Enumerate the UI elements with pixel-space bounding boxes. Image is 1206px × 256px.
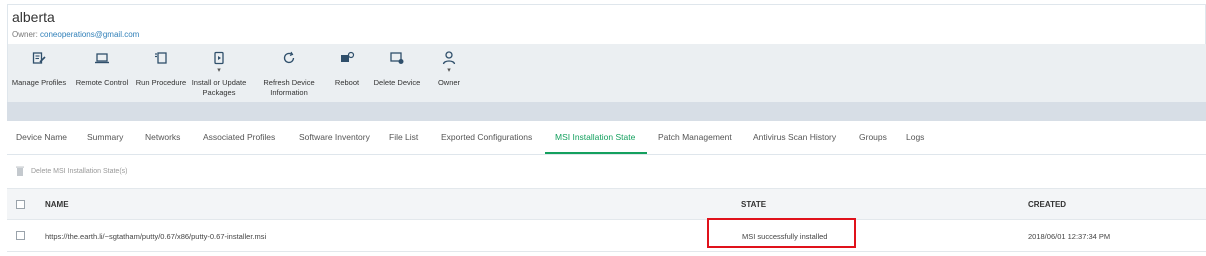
tab-logs[interactable]: Logs	[906, 132, 924, 142]
tab-groups[interactable]: Groups	[859, 132, 887, 142]
remote-control-button[interactable]: Remote Control	[74, 50, 130, 88]
tab-networks[interactable]: Networks	[145, 132, 180, 142]
run-procedure-icon	[135, 50, 187, 68]
column-header-name[interactable]: NAME	[45, 200, 69, 209]
refresh-device-information-button[interactable]: Refresh Device Information	[259, 50, 319, 98]
run-procedure-button[interactable]: Run Procedure	[135, 50, 187, 88]
reboot-icon	[330, 50, 364, 68]
chevron-down-icon: ▾	[217, 67, 221, 74]
tab-antivirus-scan-history[interactable]: Antivirus Scan History	[753, 132, 836, 142]
tab-software-inventory[interactable]: Software Inventory	[299, 132, 370, 142]
delete-device-icon	[372, 50, 422, 68]
owner-icon	[432, 50, 466, 68]
row-name-cell: https://the.earth.li/~sgtatham/putty/0.6…	[45, 232, 267, 241]
delete-device-button[interactable]: Delete Device	[372, 50, 422, 88]
install-update-packages-button[interactable]: ▾ Install or Update Packages	[191, 50, 247, 98]
reboot-button[interactable]: Reboot	[330, 50, 364, 88]
laptop-icon	[74, 50, 130, 68]
row-checkbox[interactable]	[16, 231, 25, 240]
manage-profiles-icon	[10, 50, 68, 68]
delete-label: Delete MSI Installation State(s)	[31, 167, 128, 175]
device-toolbar: Manage Profiles Remote Control Run Proce…	[7, 44, 1206, 102]
separator-band	[7, 102, 1206, 121]
tab-file-list[interactable]: File List	[389, 132, 418, 142]
column-header-state[interactable]: STATE	[741, 200, 766, 209]
trash-icon	[16, 166, 24, 176]
refresh-icon	[259, 50, 319, 68]
owner-label: Owner:	[12, 30, 38, 39]
tab-bar: Device Name Summary Networks Associated …	[7, 121, 1206, 155]
action-bar: Delete MSI Installation State(s)	[7, 160, 1206, 182]
device-header: alberta Owner: coneoperations@gmail.com	[7, 4, 1206, 44]
tab-exported-configurations[interactable]: Exported Configurations	[441, 132, 532, 142]
table-header: NAME STATE CREATED	[7, 188, 1206, 220]
owner-line: Owner: coneoperations@gmail.com	[12, 30, 139, 39]
delete-msi-installation-state-button[interactable]: Delete MSI Installation State(s)	[15, 163, 128, 179]
chevron-down-icon: ▾	[447, 67, 451, 74]
table-row[interactable]: https://the.earth.li/~sgtatham/putty/0.6…	[7, 220, 1206, 252]
package-icon	[191, 50, 247, 68]
tab-associated-profiles[interactable]: Associated Profiles	[203, 132, 275, 142]
tab-device-name[interactable]: Device Name	[16, 132, 67, 142]
tab-patch-management[interactable]: Patch Management	[658, 132, 732, 142]
device-title: alberta	[12, 9, 55, 25]
manage-profiles-button[interactable]: Manage Profiles	[10, 50, 68, 88]
tab-summary[interactable]: Summary	[87, 132, 123, 142]
row-created-cell: 2018/06/01 12:37:34 PM	[1028, 232, 1111, 241]
select-all-checkbox[interactable]	[16, 200, 25, 209]
owner-email-link[interactable]: coneoperations@gmail.com	[40, 30, 139, 39]
active-tab-indicator	[545, 152, 647, 154]
owner-button[interactable]: ▾ Owner	[432, 50, 466, 88]
state-highlight-box	[707, 218, 856, 248]
tab-msi-installation-state[interactable]: MSI Installation State	[555, 132, 635, 142]
column-header-created[interactable]: CREATED	[1028, 200, 1066, 209]
